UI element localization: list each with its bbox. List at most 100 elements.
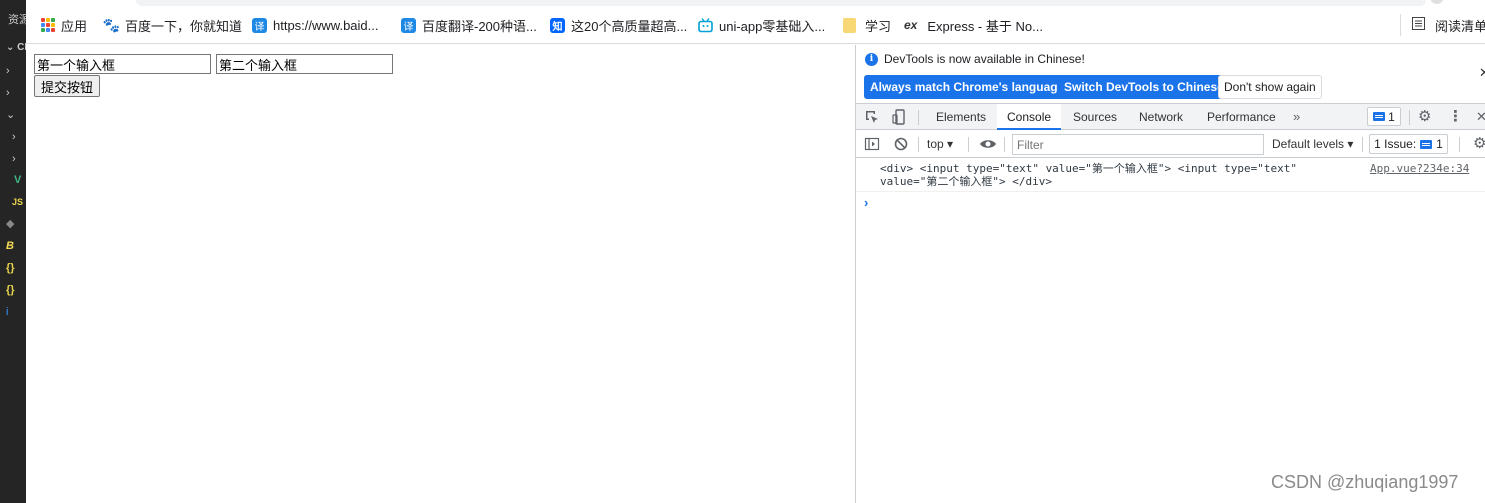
bookmarks-bar: 应用 🐾 百度一下，你就知道 译 https://www.baid... 译 百… bbox=[26, 0, 1485, 44]
toolbar-divider bbox=[918, 110, 919, 125]
clear-console-icon[interactable] bbox=[893, 136, 909, 152]
json-file-icon[interactable]: {} bbox=[0, 258, 26, 278]
vue-file-icon[interactable]: V bbox=[0, 170, 26, 190]
vscode-tree-chevron-right-icon[interactable]: › bbox=[0, 127, 26, 147]
vscode-sidebar: 资源 ⌄ CES › › ⌄ › › V JS ◆ B {} {} i bbox=[0, 0, 26, 503]
log-source-link[interactable]: App.vue?234e:34 bbox=[1370, 162, 1469, 175]
console-toolbar: top ▾ Default levels ▾ 1 Issue: 1 ⚙ bbox=[856, 131, 1485, 158]
toolbar-divider bbox=[918, 137, 919, 152]
baidu-paw-icon: 🐾 bbox=[102, 16, 121, 33]
translate-icon: 译 bbox=[252, 17, 267, 33]
log-line-2: value="第二个输入框"> </div> bbox=[880, 175, 1052, 188]
issues-count: 1 bbox=[1436, 137, 1443, 151]
log-message[interactable]: <div> <input type="text" value="第一个输入框">… bbox=[880, 162, 1340, 188]
toolbar-divider bbox=[1004, 137, 1005, 152]
issues-button[interactable]: 1 Issue: 1 bbox=[1369, 134, 1448, 154]
bookmark-label: 这20个高质量超高... bbox=[571, 18, 688, 34]
close-devtools-icon[interactable]: ✕ bbox=[1476, 109, 1485, 125]
apps-grid-icon bbox=[40, 17, 55, 33]
more-tabs-chevron-icon[interactable]: » bbox=[1293, 109, 1300, 124]
devtools-panel: i DevTools is now available in Chinese! … bbox=[855, 45, 1485, 503]
toolbar-divider bbox=[1362, 137, 1363, 152]
toolbar-divider bbox=[1459, 137, 1460, 152]
second-input[interactable] bbox=[216, 54, 393, 74]
bookmark-folder-study[interactable]: 学习 bbox=[843, 16, 891, 34]
bookmark-zhihu[interactable]: 知 这20个高质量超高... bbox=[550, 16, 687, 34]
tab-network[interactable]: Network bbox=[1129, 104, 1193, 130]
settings-gear-icon[interactable]: ⚙ bbox=[1418, 109, 1434, 125]
issues-counter-button[interactable]: 1 bbox=[1367, 107, 1401, 126]
git-file-icon[interactable]: ◆ bbox=[0, 214, 26, 234]
express-icon: ex bbox=[904, 18, 918, 32]
device-toolbar-icon[interactable] bbox=[891, 109, 907, 125]
infobar-message: DevTools is now available in Chinese! bbox=[884, 52, 1085, 66]
inspect-element-icon[interactable] bbox=[864, 109, 880, 125]
first-input[interactable] bbox=[34, 54, 211, 74]
console-output: <div> <input type="text" value="第一个输入框">… bbox=[856, 159, 1485, 503]
console-filter-input[interactable] bbox=[1012, 134, 1264, 155]
reading-list-button[interactable]: 阅读清单 bbox=[1412, 16, 1485, 34]
console-prompt-chevron-icon[interactable]: › bbox=[864, 195, 868, 210]
kebab-menu-icon[interactable]: ⋮ bbox=[1448, 109, 1464, 125]
bookmark-baidu-url[interactable]: 译 https://www.baid... bbox=[252, 16, 379, 34]
log-levels-label: Default levels bbox=[1272, 137, 1345, 151]
issues-label: 1 Issue: bbox=[1374, 137, 1417, 151]
vscode-explorer-title: 资源 bbox=[8, 14, 26, 26]
devtools-tabbar: Elements Console Sources Network Perform… bbox=[856, 103, 1485, 130]
switch-to-chinese-button[interactable]: Switch DevTools to Chinese bbox=[1058, 75, 1230, 99]
bilibili-icon bbox=[698, 17, 713, 33]
bookmark-express[interactable]: ex Express - 基于 No... bbox=[904, 16, 1043, 34]
console-log-entry: <div> <input type="text" value="第一个输入框">… bbox=[856, 159, 1485, 192]
bookmark-bilibili[interactable]: uni-app零基础入... bbox=[698, 16, 825, 34]
tab-console[interactable]: Console bbox=[997, 104, 1062, 130]
csdn-watermark: CSDN @zhuqiang1997 bbox=[1271, 472, 1459, 492]
vscode-tree-chevron-right-icon[interactable]: › bbox=[0, 83, 26, 103]
sidebar-toggle-icon[interactable] bbox=[864, 136, 880, 152]
message-icon bbox=[1373, 112, 1386, 121]
message-icon bbox=[1420, 139, 1433, 149]
context-selector[interactable]: top ▾ bbox=[927, 137, 953, 151]
address-bar-edge bbox=[136, 0, 1426, 6]
close-icon[interactable]: ✕ bbox=[1479, 65, 1485, 81]
live-expression-eye-icon[interactable] bbox=[979, 136, 996, 152]
translate-icon: 译 bbox=[401, 17, 416, 33]
bookmark-label: 学习 bbox=[865, 18, 892, 34]
bookmark-apps[interactable]: 应用 bbox=[40, 16, 87, 34]
bookmark-label: https://www.baid... bbox=[273, 17, 379, 33]
profile-avatar-edge[interactable] bbox=[1430, 0, 1444, 4]
issues-count: 1 bbox=[1388, 109, 1395, 124]
console-settings-gear-icon[interactable]: ⚙ bbox=[1473, 136, 1485, 152]
bookmark-baidu[interactable]: 🐾 百度一下，你就知道 bbox=[102, 16, 243, 34]
bookmark-label: 应用 bbox=[61, 18, 88, 34]
bookmarks-divider bbox=[1400, 14, 1401, 36]
tab-elements[interactable]: Elements bbox=[926, 104, 996, 130]
bookmark-label: 百度翻译-200种语... bbox=[422, 18, 537, 34]
tab-performance[interactable]: Performance bbox=[1197, 104, 1286, 130]
page-viewport: 提交按钮 bbox=[26, 45, 855, 503]
zhihu-icon: 知 bbox=[550, 17, 565, 33]
vscode-folder-label: CES bbox=[17, 42, 26, 53]
toolbar-divider bbox=[1409, 110, 1410, 125]
bookmark-label: Express - 基于 No... bbox=[927, 18, 1043, 34]
reading-list-label: 阅读清单 bbox=[1435, 18, 1485, 34]
vscode-tree-chevron-right-icon[interactable]: › bbox=[0, 149, 26, 169]
vscode-folder-root[interactable]: ⌄ CES bbox=[0, 38, 26, 58]
reading-list-icon bbox=[1412, 17, 1425, 33]
bookmark-label: uni-app零基础入... bbox=[719, 18, 826, 34]
devtools-language-infobar: i DevTools is now available in Chinese! … bbox=[856, 45, 1485, 102]
readme-file-icon[interactable]: i bbox=[0, 302, 26, 322]
js-file-icon[interactable]: JS bbox=[0, 192, 26, 212]
dont-show-again-button[interactable]: Don't show again bbox=[1218, 75, 1322, 99]
context-label: top bbox=[927, 137, 944, 151]
bookmark-baidu-fanyi[interactable]: 译 百度翻译-200种语... bbox=[401, 16, 537, 34]
always-match-language-button[interactable]: Always match Chrome's language bbox=[864, 75, 1071, 99]
toolbar-divider bbox=[968, 137, 969, 152]
json-file-icon[interactable]: {} bbox=[0, 280, 26, 300]
tab-sources[interactable]: Sources bbox=[1063, 104, 1127, 130]
babel-file-icon[interactable]: B bbox=[0, 236, 26, 256]
vscode-tree-chevron-right-icon[interactable]: › bbox=[0, 61, 26, 81]
bookmark-label: 百度一下，你就知道 bbox=[125, 18, 243, 34]
submit-button[interactable]: 提交按钮 bbox=[34, 75, 101, 97]
log-levels-dropdown[interactable]: Default levels ▾ bbox=[1272, 137, 1353, 151]
vscode-tree-chevron-down-icon[interactable]: ⌄ bbox=[0, 105, 26, 125]
